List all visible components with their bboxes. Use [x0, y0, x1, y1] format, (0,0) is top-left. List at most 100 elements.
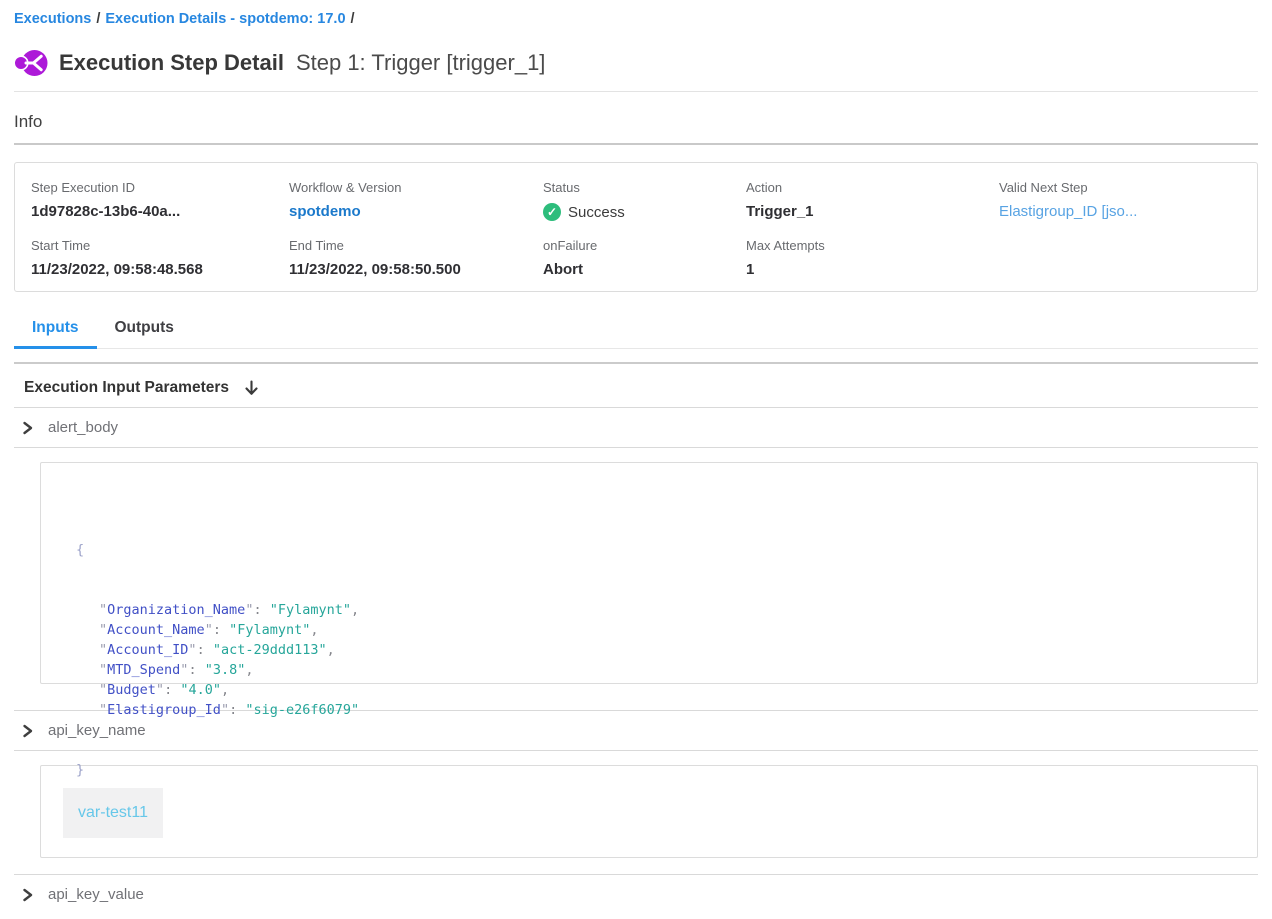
json-key-quote: " — [99, 702, 107, 718]
json-entry: "Account_ID": "act-29ddd113", — [76, 640, 1247, 660]
json-key: Account_Name — [107, 622, 205, 638]
title-row: Execution Step Detail Step 1: Trigger [t… — [14, 47, 1258, 79]
info-field-label: Max Attempts — [746, 238, 999, 253]
json-colon: : — [213, 622, 229, 638]
info-field-value[interactable]: Elastigroup_ID [jso... — [999, 203, 1241, 220]
info-field: Action Trigger_1 — [746, 180, 999, 221]
api-key-name-value-box: var-test11 — [40, 765, 1258, 858]
info-cell-empty — [999, 238, 1241, 278]
json-key-quote: " — [99, 662, 107, 678]
info-field-value: ✓ Success — [543, 203, 746, 221]
json-key-quote: " — [99, 682, 107, 698]
info-field-value[interactable]: spotdemo — [289, 203, 543, 220]
breadcrumb-link-execution-details[interactable]: Execution Details - spotdemo: 17.0 — [105, 11, 345, 27]
info-field: Step Execution ID 1d97828c-13b6-40a... — [31, 180, 289, 221]
divider — [14, 362, 1258, 364]
divider — [14, 750, 1258, 751]
breadcrumb-separator: / — [91, 11, 105, 27]
info-field-value: 1 — [746, 261, 999, 278]
json-colon: : — [229, 702, 245, 718]
section-row-api-key-value[interactable]: api_key_value — [14, 875, 1258, 914]
info-field: Max Attempts 1 — [746, 238, 999, 278]
json-key-quote: " — [221, 702, 229, 718]
json-key-quote: " — [99, 642, 107, 658]
breadcrumb-separator: / — [346, 11, 360, 27]
info-field-label: Status — [543, 180, 746, 195]
json-comma: , — [310, 622, 318, 638]
chevron-right-icon — [21, 724, 34, 738]
json-key: Budget — [107, 682, 156, 698]
info-field-value: 11/23/2022, 09:58:48.568 — [31, 261, 289, 278]
json-value: "3.8" — [205, 662, 246, 678]
json-entry: "Budget": "4.0", — [76, 680, 1247, 700]
alert-body-json-box: { "Organization_Name": "Fylamynt","Accou… — [40, 462, 1258, 684]
section-row-alert-body[interactable]: alert_body — [14, 408, 1258, 447]
json-colon: : — [197, 642, 213, 658]
json-key-quote: " — [99, 602, 107, 618]
json-key-quote: " — [99, 622, 107, 638]
info-field-label: End Time — [289, 238, 543, 253]
info-field-label: Workflow & Version — [289, 180, 543, 195]
info-field-label: onFailure — [543, 238, 746, 253]
execution-input-parameters-header: Execution Input Parameters — [14, 379, 1258, 397]
json-value: "Fylamynt" — [270, 602, 351, 618]
section-label: api_key_name — [48, 722, 146, 739]
info-field: End Time 11/23/2022, 09:58:50.500 — [289, 238, 543, 278]
page-subtitle: Step 1: Trigger [trigger_1] — [296, 50, 545, 76]
breadcrumb-link-executions[interactable]: Executions — [14, 11, 91, 27]
json-entry: "MTD_Spend": "3.8", — [76, 660, 1247, 680]
success-check-icon: ✓ — [543, 203, 561, 221]
info-card: Step Execution ID 1d97828c-13b6-40a...Wor… — [14, 162, 1258, 292]
info-field-label: Action — [746, 180, 999, 195]
json-comma: , — [327, 642, 335, 658]
info-grid: Step Execution ID 1d97828c-13b6-40a...Wor… — [31, 180, 1241, 278]
info-field: Workflow & Version spotdemo — [289, 180, 543, 221]
json-value: "act-29ddd113" — [213, 642, 327, 658]
execution-step-detail-page: Executions/Execution Details - spotdemo:… — [0, 0, 1272, 914]
json-key-quote: " — [156, 682, 164, 698]
json-key: Account_ID — [107, 642, 188, 658]
info-section-heading: Info — [14, 112, 1258, 132]
status-text: Success — [568, 204, 625, 221]
section-label: alert_body — [48, 419, 118, 436]
breadcrumb: Executions/Execution Details - spotdemo:… — [14, 0, 1258, 29]
divider — [14, 91, 1258, 92]
json-value: "sig-e26f6079" — [245, 702, 359, 718]
json-key: Organization_Name — [107, 602, 245, 618]
info-field: Start Time 11/23/2022, 09:58:48.568 — [31, 238, 289, 278]
info-field-value: Trigger_1 — [746, 203, 999, 220]
info-field: Valid Next Step Elastigroup_ID [jso... — [999, 180, 1241, 221]
json-value: "4.0" — [180, 682, 221, 698]
info-field: onFailure Abort — [543, 238, 746, 278]
chevron-right-icon — [21, 421, 34, 435]
json-colon: : — [164, 682, 180, 698]
json-key-quote: " — [205, 622, 213, 638]
tab-inputs[interactable]: Inputs — [14, 315, 97, 349]
execution-input-parameters-title: Execution Input Parameters — [24, 379, 229, 397]
json-entries: "Organization_Name": "Fylamynt","Account… — [76, 600, 1247, 720]
json-key-quote: " — [188, 642, 196, 658]
fylamynt-logo-icon — [14, 48, 48, 78]
divider — [14, 447, 1258, 448]
divider — [14, 143, 1258, 145]
info-field-label: Step Execution ID — [31, 180, 289, 195]
download-arrow-icon[interactable] — [244, 380, 259, 397]
info-field-value: 11/23/2022, 09:58:50.500 — [289, 261, 543, 278]
json-comma: , — [221, 682, 229, 698]
tab-bar: InputsOutputs — [14, 315, 1258, 349]
json-entry: "Account_Name": "Fylamynt", — [76, 620, 1247, 640]
info-field-label: Start Time — [31, 238, 289, 253]
info-field-value: 1d97828c-13b6-40a... — [31, 203, 289, 220]
json-key: Elastigroup_Id — [107, 702, 221, 718]
info-field: Status ✓ Success — [543, 180, 746, 221]
json-open-brace: { — [76, 540, 1247, 560]
json-colon: : — [253, 602, 269, 618]
json-key: MTD_Spend — [107, 662, 180, 678]
json-value: "Fylamynt" — [229, 622, 310, 638]
info-field-value: Abort — [543, 261, 746, 278]
section-label: api_key_value — [48, 886, 144, 903]
api-key-name-chip: var-test11 — [63, 788, 163, 838]
json-comma: , — [245, 662, 253, 678]
info-field-label: Valid Next Step — [999, 180, 1241, 195]
tab-outputs[interactable]: Outputs — [97, 315, 192, 349]
